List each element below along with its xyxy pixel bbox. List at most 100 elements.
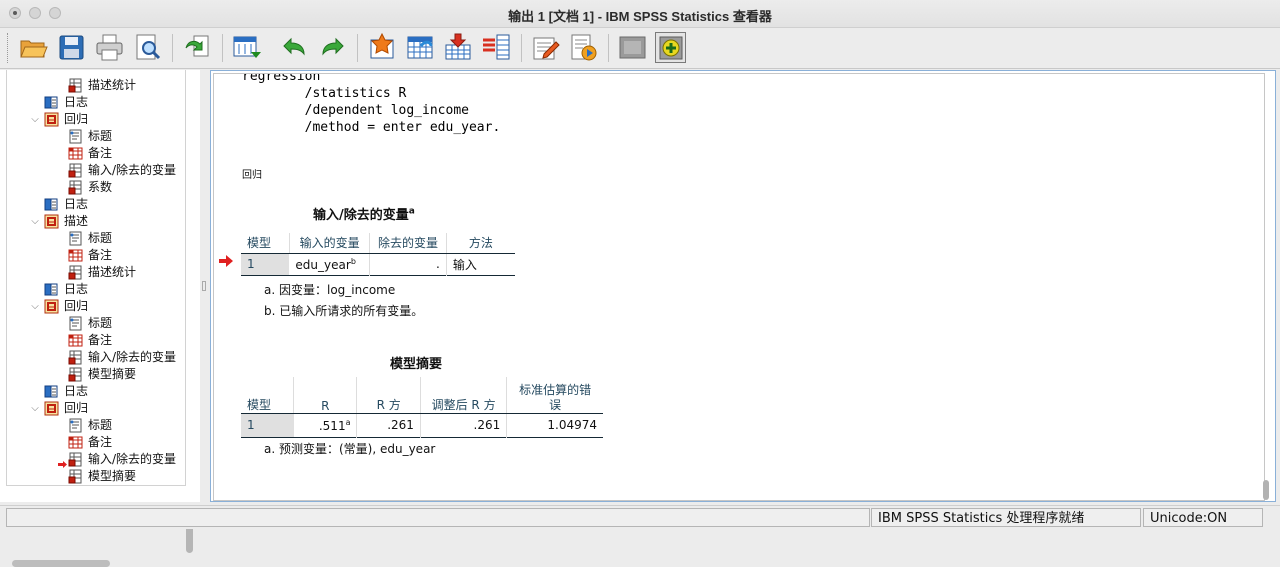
- outline-tree[interactable]: 描述统计 日志 ⌵ 回归 标题 备注 输入/除去的变量 系数 日志 ⌵ 描述 标题 备注 描述统计 日志 ⌵ 回…: [6, 70, 186, 486]
- table-header-row: 模型 R R 方 调整后 R 方 标准估算的错误: [241, 377, 603, 414]
- designate-window-icon[interactable]: [655, 32, 686, 63]
- open-icon[interactable]: [18, 32, 49, 63]
- undo-icon[interactable]: [279, 32, 310, 63]
- col-header-model: 模型: [241, 377, 294, 414]
- table-icon: [68, 469, 83, 484]
- table-icon: [68, 350, 83, 365]
- table2-title[interactable]: 模型摘要: [390, 353, 442, 372]
- table1-title[interactable]: 输入/除去的变量a: [313, 204, 415, 223]
- col-header-std-error: 标准估算的错误: [506, 377, 603, 414]
- col-header-std-error-line1: 标准估算的错: [519, 382, 592, 397]
- command-syntax: regression /statistics R /dependent log_…: [242, 73, 501, 135]
- table-icon: [68, 367, 83, 382]
- outline-horizontal-scrollbar[interactable]: [12, 560, 110, 567]
- splitter-grip[interactable]: [202, 281, 206, 291]
- status-message-area: [6, 508, 870, 527]
- outline-item-label: 模型摘要: [88, 469, 137, 483]
- col-header-adj-r-squared: 调整后 R 方: [419, 377, 507, 414]
- output-vertical-scrollbar[interactable]: [1263, 480, 1269, 500]
- cell-adj-r-squared: .261: [419, 413, 507, 437]
- procedure-icon: [44, 112, 59, 127]
- current-item-arrow-icon: [58, 456, 67, 473]
- save-icon[interactable]: [56, 32, 87, 63]
- model-summary-table[interactable]: 模型 R R 方 调整后 R 方 标准估算的错误 1 .511a .261 .2…: [241, 377, 603, 438]
- outline-item-label: 日志: [64, 282, 89, 296]
- chevron-down-icon[interactable]: ⌵: [29, 111, 41, 128]
- redo-icon[interactable]: [317, 32, 348, 63]
- cell-method: 输入: [445, 253, 515, 275]
- log-icon: [44, 384, 59, 399]
- status-bar: IBM SPSS Statistics 处理程序就绪 Unicode:ON: [0, 505, 1280, 529]
- cell-r-text: .511: [318, 418, 346, 433]
- pane-splitter[interactable]: [200, 70, 209, 502]
- processor-status: IBM SPSS Statistics 处理程序就绪: [871, 508, 1141, 527]
- export-icon[interactable]: [182, 32, 213, 63]
- cell-entered-text: edu_year: [295, 257, 351, 272]
- cell-model: 1: [241, 413, 294, 437]
- table-header-row: 模型 输入的变量 除去的变量 方法: [241, 233, 515, 254]
- goto-data-icon[interactable]: [231, 32, 262, 63]
- table1-title-text: 输入/除去的变量: [313, 208, 409, 223]
- insert-cases-icon[interactable]: [443, 32, 474, 63]
- outline-item-label: 模型摘要: [88, 367, 137, 381]
- title-icon: [68, 129, 83, 144]
- title-icon: [68, 316, 83, 331]
- outline-item-label: 备注: [88, 333, 113, 347]
- procedure-heading: 回归: [242, 170, 262, 181]
- col-header-std-error-line2: 误: [549, 397, 562, 412]
- outline-item-label: 描述统计: [88, 78, 137, 92]
- table-icon: [68, 452, 83, 467]
- chevron-down-icon[interactable]: ⌵: [29, 400, 41, 417]
- variables-entered-table[interactable]: 模型 输入的变量 除去的变量 方法 1 edu_yearb . 输入: [241, 233, 515, 276]
- edit-icon[interactable]: [530, 32, 561, 63]
- outline-item-label: 输入/除去的变量: [88, 452, 177, 466]
- cell-std-error: 1.04974: [506, 413, 603, 437]
- notes-icon: [68, 248, 83, 263]
- footnote-b: b. 已输入所请求的所有变量。: [264, 304, 424, 318]
- outline-pane[interactable]: 描述统计 日志 ⌵ 回归 标题 备注 输入/除去的变量 系数 日志 ⌵ 描述 标题 备注 描述统计 日志 ⌵ 回…: [0, 70, 201, 567]
- outline-item-label: 标题: [88, 231, 113, 245]
- notes-icon: [68, 146, 83, 161]
- footnote-a: a. 因变量：log_income: [264, 283, 396, 297]
- unicode-status: Unicode:ON: [1143, 508, 1263, 527]
- cell-entered-footnote: b: [350, 256, 356, 266]
- procedure-icon: [44, 299, 59, 314]
- toolbar-separator: [172, 34, 173, 62]
- log-icon: [44, 95, 59, 110]
- table-icon: [68, 78, 83, 93]
- hide-icon[interactable]: [617, 32, 648, 63]
- variables-icon[interactable]: [481, 32, 512, 63]
- chevron-down-icon[interactable]: ⌵: [29, 298, 41, 315]
- outline-item-label: 输入/除去的变量: [88, 163, 177, 177]
- footnote-a: a. 预测变量：(常量), edu_year: [264, 442, 436, 456]
- run-script-icon[interactable]: [568, 32, 599, 63]
- window-title: 输出 1 [文档 1] - IBM SPSS Statistics 查看器: [508, 9, 772, 24]
- col-header-removed: 除去的变量: [369, 233, 447, 254]
- outline-item-label: 描述统计: [88, 265, 137, 279]
- procedure-icon: [44, 214, 59, 229]
- notes-icon: [68, 435, 83, 450]
- outline-item-label: 系数: [88, 180, 113, 194]
- table-icon: [68, 265, 83, 280]
- cell-removed: .: [369, 253, 447, 275]
- goto-variable-icon[interactable]: [405, 32, 436, 63]
- chevron-down-icon[interactable]: ⌵: [29, 213, 41, 230]
- print-preview-icon[interactable]: [132, 32, 163, 63]
- cell-entered: edu_yearb: [289, 253, 369, 275]
- col-header-entered: 输入的变量: [288, 233, 370, 254]
- cell-model: 1: [241, 253, 290, 275]
- current-item-arrow-icon: [219, 255, 233, 267]
- output-pane[interactable]: regression /statistics R /dependent log_…: [210, 70, 1276, 502]
- col-header-model: 模型: [241, 233, 290, 254]
- goto-case-icon[interactable]: [367, 32, 398, 63]
- toolbar-grip[interactable]: [7, 33, 11, 63]
- table-row: 1 .511a .261 .261 1.04974: [241, 413, 603, 437]
- print-icon[interactable]: [94, 32, 125, 63]
- log-icon: [44, 282, 59, 297]
- outline-vertical-scrollbar[interactable]: [186, 525, 193, 553]
- outline-item-label: 备注: [88, 146, 113, 160]
- toolbar: [0, 28, 1280, 69]
- table-icon: [68, 163, 83, 178]
- outline-item-label: 描述: [64, 214, 89, 228]
- outline-item-label: 标题: [88, 316, 113, 330]
